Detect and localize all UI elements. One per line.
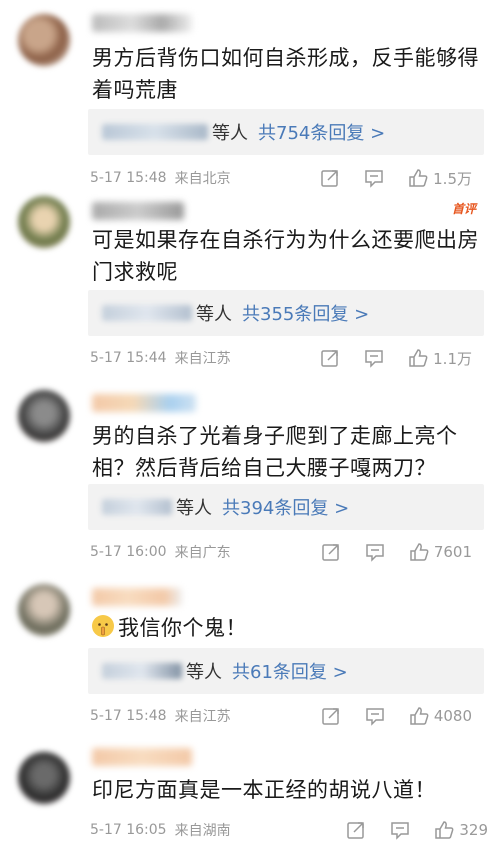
comment-location: 来自广东 — [174, 545, 231, 561]
comment-text: 男方后背伤口如何自杀形成，反手能够得 着吗荒唐 — [92, 46, 479, 102]
comment-actions: 329 — [323, 819, 488, 841]
share-icon[interactable] — [345, 819, 367, 841]
reply-count-link[interactable]: 共61条回复 > — [232, 658, 348, 684]
comment-icon[interactable] — [364, 705, 386, 727]
comment-text: 我信你个鬼！ — [92, 612, 482, 644]
username[interactable] — [92, 394, 196, 412]
comment-icon[interactable] — [364, 541, 386, 563]
comment-meta: 5-17 15:48 来自江苏 4080 — [90, 704, 486, 728]
reply-summary[interactable]: 等人 共61条回复 > — [88, 648, 484, 694]
first-comment-badge: 首评 — [451, 202, 476, 216]
reply-others-label: 等人 — [176, 498, 212, 519]
avatar[interactable] — [18, 14, 70, 66]
comment-time: 5-17 15:48 — [90, 708, 167, 724]
avatar[interactable] — [18, 584, 70, 636]
comment-actions: 4080 — [298, 705, 472, 727]
comment-meta: 5-17 15:48 来自北京 1.5万 — [90, 166, 486, 190]
avatar[interactable] — [18, 752, 70, 804]
reply-usernames — [102, 305, 192, 321]
avatar[interactable] — [18, 390, 70, 442]
comment-text: 可是如果存在自杀行为为什么还要爬出房 门求救呢 — [92, 228, 479, 284]
comment-item: 我信你个鬼！ 等人 共61条回复 > 5-17 15:48 来自江苏 4080 — [0, 578, 500, 728]
comment-icon[interactable] — [389, 819, 411, 841]
comment-item: 男方后背伤口如何自杀形成，反手能够得 着吗荒唐 等人 共754条回复 > 5-1… — [0, 0, 500, 196]
reply-usernames — [102, 663, 182, 679]
username[interactable] — [92, 202, 184, 220]
comment-time: 5-17 15:44 — [90, 350, 167, 366]
comment-item: 男的自杀了光着身子爬到了走廊上亮个 相？然后背后给自己大腰子嘎两刀？ 等人 共3… — [0, 386, 500, 576]
reply-count-link[interactable]: 共754条回复 > — [258, 119, 385, 145]
reply-others-label: 等人 — [196, 304, 232, 325]
comment-time: 5-17 16:00 — [90, 544, 167, 560]
share-icon[interactable] — [320, 705, 342, 727]
comment-text: 男的自杀了光着身子爬到了走廊上亮个 相？然后背后给自己大腰子嘎两刀？ — [92, 424, 458, 480]
thumbs-up-icon[interactable] — [407, 167, 429, 189]
reply-others-label: 等人 — [212, 123, 248, 144]
reply-usernames — [102, 499, 172, 515]
reply-others-label: 等人 — [186, 662, 222, 683]
reply-count-link[interactable]: 共355条回复 > — [242, 300, 369, 326]
comment-time: 5-17 15:48 — [90, 170, 167, 186]
comment-location: 来自湖南 — [174, 823, 231, 839]
comment-actions: 1.1万 — [297, 347, 472, 369]
reply-summary[interactable]: 等人 共355条回复 > — [88, 290, 484, 336]
comment-item: 首评 可是如果存在自杀行为为什么还要爬出房 门求救呢 等人 共355条回复 > … — [0, 196, 500, 386]
reply-count-link[interactable]: 共394条回复 > — [222, 494, 349, 520]
like-count: 1.5万 — [433, 169, 472, 188]
comment-location: 来自北京 — [174, 171, 231, 187]
comment-location: 来自江苏 — [174, 351, 231, 367]
username[interactable] — [92, 588, 182, 606]
comment-meta: 5-17 16:00 来自广东 7601 — [90, 540, 486, 564]
like-count: 7601 — [433, 543, 472, 561]
username[interactable] — [92, 14, 192, 32]
reply-summary[interactable]: 等人 共754条回复 > — [88, 109, 484, 155]
thumbs-up-icon[interactable] — [408, 705, 430, 727]
comment-icon[interactable] — [363, 347, 385, 369]
comment-item: 印尼方面真是一本正经的胡说八道！ 5-17 16:05 来自湖南 329 — [0, 738, 500, 857]
comment-actions: 1.5万 — [297, 167, 472, 189]
share-icon[interactable] — [320, 541, 342, 563]
comment-location: 来自江苏 — [174, 709, 231, 725]
comment-meta: 5-17 16:05 来自湖南 329 — [90, 818, 488, 842]
comment-meta: 5-17 15:44 来自江苏 1.1万 — [90, 346, 486, 370]
username[interactable] — [92, 748, 192, 766]
shush-face-emoji — [92, 615, 114, 637]
comment-time: 5-17 16:05 — [90, 822, 167, 838]
thumbs-up-icon[interactable] — [433, 819, 455, 841]
share-icon[interactable] — [319, 167, 341, 189]
reply-usernames — [102, 124, 208, 140]
comment-text: 印尼方面真是一本正经的胡说八道！ — [92, 778, 436, 802]
reply-summary[interactable]: 等人 共394条回复 > — [88, 484, 484, 530]
like-count: 329 — [459, 821, 488, 839]
thumbs-up-icon[interactable] — [408, 541, 430, 563]
comment-icon[interactable] — [363, 167, 385, 189]
like-count: 4080 — [433, 707, 472, 725]
share-icon[interactable] — [319, 347, 341, 369]
comment-actions: 7601 — [298, 541, 472, 563]
like-count: 1.1万 — [433, 349, 472, 368]
thumbs-up-icon[interactable] — [407, 347, 429, 369]
avatar[interactable] — [18, 196, 70, 248]
